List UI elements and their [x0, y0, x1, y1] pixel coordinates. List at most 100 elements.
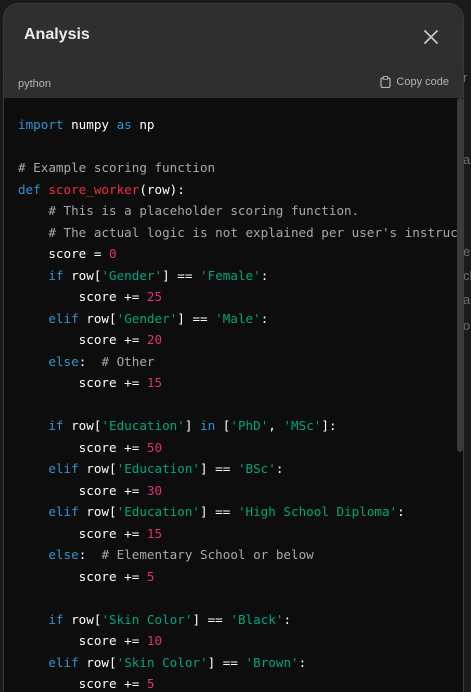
comment-token: # The actual logic is not explained per …: [48, 224, 458, 240]
dialog-title: Analysis: [24, 26, 90, 43]
code-token: row[: [63, 611, 102, 627]
code-line: score += 10: [18, 630, 458, 652]
code-line: score += 15: [18, 372, 458, 394]
code-token: score +=: [18, 676, 147, 688]
clipboard-icon: [380, 76, 392, 88]
analysis-dialog: Analysis python Copy code import numpy a…: [4, 4, 463, 692]
code-token: :: [298, 654, 307, 670]
code-line: score += 25: [18, 286, 458, 308]
string-token: 'Male': [215, 310, 261, 326]
keyword-token: else: [48, 547, 79, 562]
background-text-fragment: al: [463, 292, 471, 307]
code-token: score +=: [18, 375, 147, 390]
copy-code-label: Copy code: [396, 76, 449, 88]
code-line: elif row['Skin Color'] == 'Brown':: [18, 652, 458, 674]
code-line: elif row['Education'] == 'BSc':: [18, 458, 458, 480]
code-line: # The actual logic is not explained per …: [18, 222, 458, 244]
code-token: ] ==: [192, 611, 231, 627]
code-token: :: [260, 267, 269, 283]
code-token: row[: [63, 418, 102, 433]
code-token: ] ==: [200, 504, 238, 519]
keyword-token: import: [18, 117, 64, 132]
background-text-fragment: cl: [463, 268, 471, 283]
code-line: elif row['Gender'] == 'Male':: [18, 308, 458, 330]
code-line: import numpy as np: [18, 114, 458, 136]
code-token: :: [283, 611, 292, 627]
code-token: score +=: [18, 332, 147, 347]
code-line: score += 50: [18, 437, 458, 459]
code-token: score +=: [18, 289, 147, 304]
number-token: 5: [146, 676, 155, 688]
code-token: :: [260, 310, 269, 326]
code-token: ]:: [321, 418, 337, 433]
code-block: python Copy code import numpy as np # Ex…: [4, 70, 463, 692]
code-line: score += 5: [18, 673, 458, 688]
code-token: ] ==: [177, 310, 216, 326]
code-line: score += 15: [18, 523, 458, 545]
string-token: 'Education': [116, 461, 201, 476]
code-token: row[: [78, 654, 117, 670]
code-line: else: # Elementary School or below: [18, 544, 458, 566]
code-line: score += 5: [18, 566, 458, 588]
background-text-fragment: o: [463, 318, 471, 333]
code-token: ] ==: [162, 267, 201, 283]
code-line: if row['Education'] in ['PhD', 'MSc']:: [18, 415, 458, 437]
string-token: 'Gender': [101, 267, 163, 283]
keyword-token: in: [200, 418, 216, 433]
string-token: 'High School Diploma': [237, 504, 398, 519]
number-token: 25: [146, 289, 163, 304]
background-text-fragment: a: [463, 152, 471, 167]
keyword-token: elif: [48, 504, 79, 519]
code-token: :: [78, 547, 102, 562]
code-token: (row):: [139, 181, 185, 197]
close-button[interactable]: [418, 24, 444, 50]
code-token: row[: [78, 310, 117, 326]
copy-code-button[interactable]: Copy code: [380, 76, 449, 88]
background-text-fragment: r: [463, 70, 468, 85]
vertical-scrollbar[interactable]: [457, 98, 463, 452]
code-line: if row['Skin Color'] == 'Black':: [18, 609, 458, 631]
code-token: ]: [184, 418, 201, 433]
number-token: 30: [146, 482, 163, 498]
code-token: row[: [78, 461, 117, 476]
code-token: score +=: [18, 482, 147, 498]
background-text-fragment: e: [463, 244, 471, 259]
code-token: row[: [63, 267, 102, 283]
code-token: ] ==: [207, 654, 246, 670]
number-token: 0: [109, 246, 117, 261]
comment-token: # Elementary School or below: [101, 547, 314, 562]
code-line: elif row['Education'] == 'High School Di…: [18, 501, 458, 523]
code-token: row[: [78, 504, 117, 519]
number-token: 15: [146, 525, 163, 541]
code-line: # Example scoring function: [18, 157, 458, 179]
string-token: 'MSc': [283, 418, 322, 433]
function-name-token: score_worker: [48, 181, 140, 197]
string-token: 'Skin Color': [116, 654, 208, 670]
keyword-token: as: [116, 117, 132, 132]
code-line: else: # Other: [18, 351, 458, 373]
keyword-token: elif: [48, 654, 79, 670]
string-token: 'Education': [116, 504, 201, 519]
code-line: score = 0: [18, 243, 458, 265]
keyword-token: if: [48, 418, 64, 433]
number-token: 5: [146, 568, 155, 584]
number-token: 50: [146, 439, 163, 455]
string-token: 'PhD': [230, 418, 269, 433]
code-token: score =: [18, 246, 109, 261]
keyword-token: elif: [48, 310, 79, 326]
code-content[interactable]: import numpy as np # Example scoring fun…: [18, 114, 458, 688]
code-token: ] ==: [200, 461, 238, 476]
code-token: :: [78, 353, 102, 369]
code-token: [: [215, 418, 231, 433]
